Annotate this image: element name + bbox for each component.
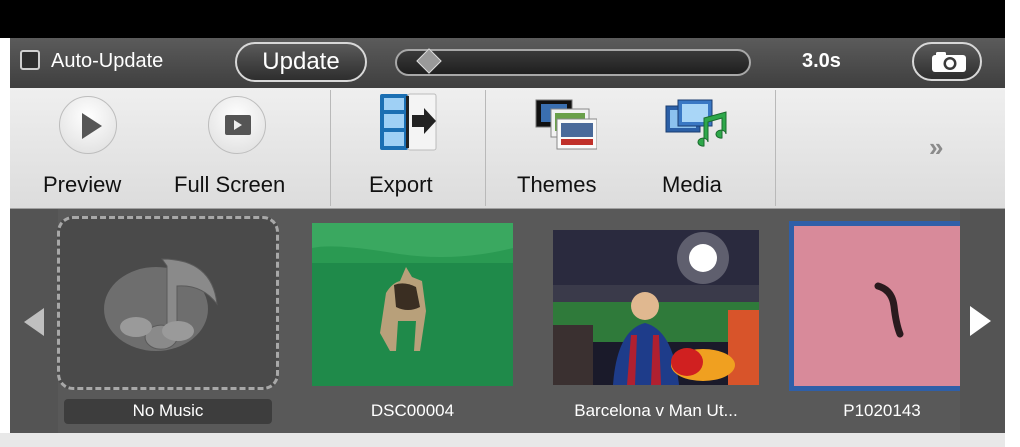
media-icon [665, 99, 727, 147]
toolbar-divider [330, 90, 331, 206]
media-thumbnail-dsc00004[interactable] [312, 223, 513, 386]
music-note-icon [104, 258, 218, 351]
themes-icon [535, 99, 597, 150]
title-bar [0, 0, 1005, 38]
scroll-left-icon[interactable] [24, 308, 44, 336]
duration-value: 3.0s [802, 50, 841, 72]
toolbar-divider [775, 90, 776, 206]
window-bottom-edge [0, 433, 1005, 447]
media-label-no-music: No Music [132, 401, 204, 420]
media-label-barcelona: Barcelona v Man Ut... [574, 401, 738, 420]
toolbar-label-themes: Themes [517, 172, 597, 197]
toolbar-label-export: Export [369, 172, 433, 197]
toolbar-label-full-screen: Full Screen [174, 172, 286, 197]
toolbar-label-media: Media [662, 172, 722, 197]
scroll-right-icon[interactable] [970, 306, 991, 336]
toolbar [10, 88, 1005, 209]
fullscreen-icon [208, 96, 266, 154]
play-icon [59, 96, 117, 154]
media-thumbnail-p1020143-selected[interactable] [789, 221, 960, 391]
toolbar-divider [485, 90, 486, 206]
update-button[interactable]: Update [235, 42, 367, 82]
export-icon [380, 93, 437, 151]
media-label-dsc00004: DSC00004 [370, 401, 455, 420]
snapshot-button[interactable] [912, 42, 982, 81]
toolbar-label-preview: Preview [43, 172, 122, 197]
double-chevron-right-icon[interactable]: » [929, 132, 943, 162]
window-edge [1005, 0, 1020, 447]
media-thumbnail-barcelona[interactable] [553, 230, 759, 385]
camera-icon [932, 52, 966, 72]
duration-slider[interactable] [395, 49, 751, 76]
media-label-p1020143: P1020143 [843, 401, 921, 420]
auto-update-label: Auto-Update [51, 50, 164, 72]
music-slot[interactable] [57, 216, 279, 390]
auto-update-checkbox[interactable] [20, 50, 40, 70]
